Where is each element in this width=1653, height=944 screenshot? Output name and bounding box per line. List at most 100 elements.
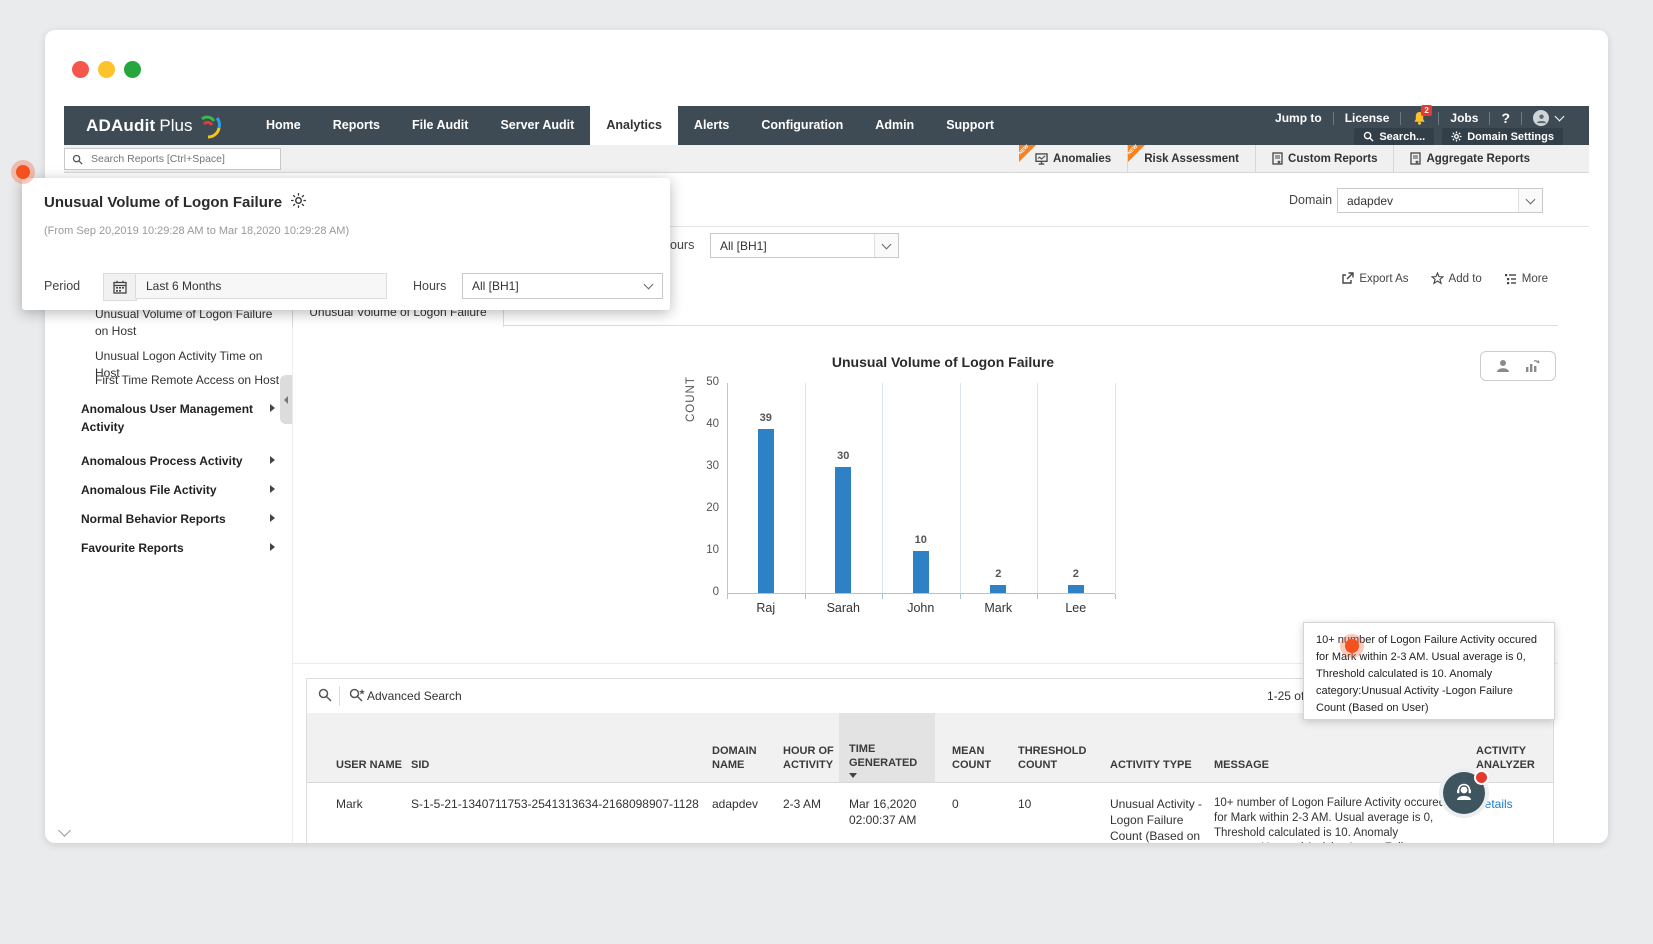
- sidebar-item-unusual-volume-of-logon-failure-on-host[interactable]: Unusual Volume of Logon Failure on Host: [95, 306, 283, 340]
- advanced-search-label[interactable]: Advanced Search: [367, 689, 462, 703]
- cell-hour-of-activity: 2-3 AM: [783, 797, 822, 811]
- chart-gridline: [959, 383, 961, 593]
- new-ribbon: NEW: [1127, 144, 1146, 162]
- sidebar-item-anomalous-file-activity[interactable]: Anomalous File Activity: [81, 481, 281, 499]
- chevron-down-icon: [643, 279, 654, 290]
- hours-select[interactable]: All [BH1]: [710, 233, 899, 258]
- chevron-left-icon: [284, 395, 288, 404]
- advanced-search-icon[interactable]: [349, 688, 365, 702]
- nav-item-admin[interactable]: Admin: [859, 106, 930, 145]
- annotation-marker: [1345, 639, 1359, 653]
- quick-link-risk-assessment[interactable]: NEW Risk Assessment: [1127, 144, 1255, 172]
- column-header-hour-of-activity[interactable]: HOUR OF ACTIVITY: [783, 744, 843, 772]
- quick-link-label: Aggregate Reports: [1426, 152, 1530, 165]
- notification-count-badge: 2: [1421, 104, 1432, 116]
- popup-hours-select[interactable]: All [BH1]: [462, 273, 663, 299]
- chart-title: Unusual Volume of Logon Failure: [831, 354, 1055, 370]
- user-menu-caret-icon[interactable]: [1554, 111, 1565, 122]
- cell-activity-analyzer[interactable]: Details: [1476, 796, 1558, 812]
- report-search-box[interactable]: [64, 148, 281, 170]
- column-header-mean-count[interactable]: MEAN COUNT: [952, 744, 1012, 772]
- nav-item-file-audit[interactable]: File Audit: [396, 106, 484, 145]
- window-zoom-button[interactable]: [124, 61, 141, 78]
- star-icon: [1430, 272, 1444, 285]
- quick-link-custom-reports[interactable]: Custom Reports: [1255, 145, 1393, 172]
- global-search-button[interactable]: Search...: [1354, 128, 1435, 145]
- chart-bar-lee[interactable]: [1067, 584, 1084, 593]
- nav-item-configuration[interactable]: Configuration: [745, 106, 859, 145]
- nav-item-reports[interactable]: Reports: [317, 106, 396, 145]
- chart-bar-sarah[interactable]: [835, 467, 852, 593]
- table-header: USER NAME SID DOMAIN NAME HOUR OF ACTIVITY T…: [307, 713, 1553, 783]
- chart-refresh-icon[interactable]: [1524, 358, 1541, 374]
- quick-link-anomalies[interactable]: NEW Anomalies: [1018, 144, 1127, 172]
- insight-bulb-icon[interactable]: [290, 192, 307, 209]
- user-avatar-icon[interactable]: [1533, 110, 1549, 126]
- sidebar-item-normal-behavior-reports[interactable]: Normal Behavior Reports: [81, 510, 281, 528]
- user-view-icon[interactable]: [1495, 358, 1511, 374]
- export-icon: [1341, 272, 1355, 285]
- add-to-button[interactable]: Add to: [1430, 272, 1482, 285]
- domain-select[interactable]: adapdev: [1337, 188, 1543, 213]
- notifications-bell-icon[interactable]: 2: [1412, 104, 1432, 126]
- column-header-user-name[interactable]: USER NAME: [336, 758, 408, 772]
- search-icon: [1364, 131, 1374, 142]
- brand-name-bold: ADAudit: [86, 115, 156, 135]
- sidebar-item-anomalous-user-management-activity[interactable]: Anomalous User Management Activity: [81, 400, 281, 436]
- new-ribbon: NEW: [1018, 144, 1037, 162]
- window-minimize-button[interactable]: [98, 61, 115, 78]
- column-header-activity-analyzer[interactable]: ACTIVITY ANALYZER: [1476, 744, 1558, 772]
- calendar-icon: [113, 280, 127, 294]
- nav-item-home[interactable]: Home: [250, 106, 317, 145]
- more-button[interactable]: More: [1504, 273, 1548, 285]
- chart-x-label: Raj: [756, 601, 776, 615]
- report-actions: Export As Add to More: [1341, 272, 1548, 285]
- column-header-threshold-count[interactable]: THRESHOLD COUNT: [1018, 744, 1104, 772]
- column-header-domain-name[interactable]: DOMAIN NAME: [712, 744, 776, 772]
- chart-bar-raj[interactable]: [757, 429, 774, 593]
- column-header-time-generated[interactable]: TIME GENERATED: [849, 742, 929, 778]
- export-as-button[interactable]: Export As: [1341, 272, 1409, 285]
- chart-view-toggle: [1480, 351, 1556, 381]
- nav-item-support[interactable]: Support: [930, 106, 1010, 145]
- jump-to-link[interactable]: Jump to: [1275, 111, 1322, 125]
- nav-item-analytics[interactable]: Analytics: [590, 106, 678, 145]
- action-label: Export As: [1359, 272, 1409, 285]
- app-logo[interactable]: ADAudit Plus: [86, 106, 222, 145]
- column-header-activity-type[interactable]: ACTIVITY TYPE: [1110, 758, 1208, 772]
- window-close-button[interactable]: [72, 61, 89, 78]
- nav-item-alerts[interactable]: Alerts: [678, 106, 745, 145]
- column-header-sid[interactable]: SID: [411, 758, 707, 772]
- license-link[interactable]: License: [1345, 111, 1390, 125]
- sidebar-item-favourite-reports[interactable]: Favourite Reports: [81, 539, 281, 557]
- table-row: Mark S-1-5-21-1340711753-2541313634-21680…: [307, 782, 1553, 843]
- cell-domain-name: adapdev: [712, 797, 759, 811]
- chevron-right-icon: [270, 514, 275, 522]
- message-tooltip: 10+ number of Logon Failure Activity occ…: [1303, 622, 1555, 720]
- sidebar-item-anomalous-process-activity[interactable]: Anomalous Process Activity: [81, 452, 281, 470]
- popup-hours-label: Hours: [413, 279, 447, 293]
- sidebar-item-first-time-remote-access-on-host[interactable]: First Time Remote Access on Host: [95, 372, 283, 389]
- column-header-message[interactable]: MESSAGE: [1214, 758, 1450, 772]
- domain-settings-button[interactable]: Domain Settings: [1442, 128, 1563, 145]
- chart-bar-value: 2: [1072, 567, 1079, 580]
- chevron-down-icon[interactable]: [1518, 189, 1542, 212]
- quick-link-label: Risk Assessment: [1144, 152, 1240, 165]
- chart-x-label: Mark: [984, 601, 1013, 615]
- chart-x-tick: [882, 594, 883, 599]
- help-link[interactable]: ?: [1501, 110, 1510, 126]
- report-search-input[interactable]: [89, 152, 263, 166]
- calendar-button[interactable]: [103, 273, 137, 301]
- jobs-link[interactable]: Jobs: [1450, 111, 1478, 125]
- cell-time-generated: Mar 16,2020 02:00:37 AM: [849, 797, 917, 827]
- nav-item-server-audit[interactable]: Server Audit: [484, 106, 590, 145]
- chevron-down-icon[interactable]: [874, 234, 898, 257]
- chart-bar-mark[interactable]: [990, 584, 1007, 593]
- quick-link-aggregate-reports[interactable]: Aggregate Reports: [1393, 145, 1546, 172]
- chart-x-tick: [804, 594, 806, 599]
- quick-link-label: Custom Reports: [1288, 152, 1378, 165]
- chart-bar-john[interactable]: [912, 551, 929, 593]
- chart-bar-value: 10: [914, 534, 927, 546]
- search-icon[interactable]: [318, 688, 332, 702]
- period-value-field[interactable]: Last 6 Months: [135, 273, 387, 299]
